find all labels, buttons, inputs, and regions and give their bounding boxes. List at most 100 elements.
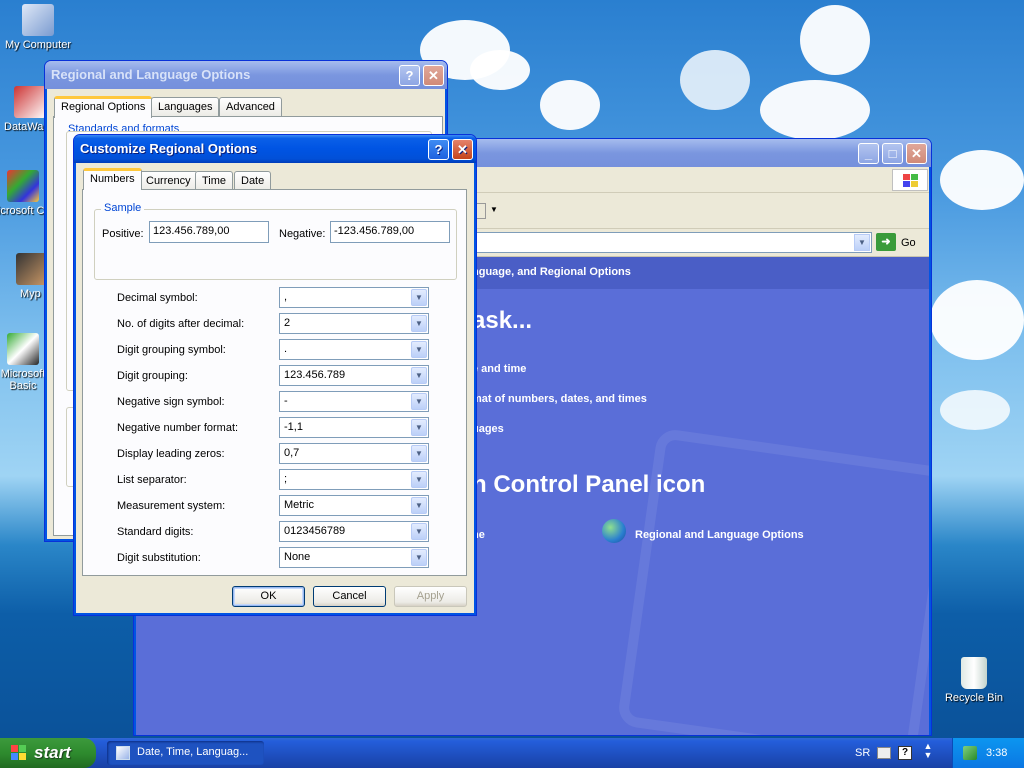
digit-grouping-symbol-select[interactable]: . ▼ bbox=[279, 339, 429, 360]
setting-label: Display leading zeros: bbox=[117, 448, 225, 460]
negative-sign-symbol-select[interactable]: - ▼ bbox=[279, 391, 429, 412]
tab-date[interactable]: Date bbox=[234, 171, 272, 190]
address-dropdown-icon[interactable]: ▼ bbox=[854, 234, 870, 251]
dropdown-arrow-icon: ▼ bbox=[490, 205, 498, 214]
sample-group-label: Sample bbox=[101, 202, 145, 214]
digits-after-decimal-select[interactable]: 2 ▼ bbox=[279, 313, 429, 334]
clock[interactable]: 3:38 bbox=[986, 747, 1007, 759]
tray-arrows-icon[interactable]: ▲ ▼ bbox=[922, 742, 934, 762]
keyboard-icon[interactable] bbox=[877, 747, 891, 759]
help-button[interactable]: ? bbox=[399, 65, 420, 86]
start-button[interactable]: start bbox=[0, 738, 96, 768]
go-arrow-icon[interactable]: ➜ bbox=[876, 233, 896, 251]
windows-logo-icon bbox=[892, 169, 928, 191]
task-link[interactable]: mat of numbers, dates, and times bbox=[472, 393, 647, 405]
visual-cpp-icon bbox=[7, 170, 39, 202]
chevron-down-icon: ▼ bbox=[411, 445, 427, 462]
taskbar: start Date, Time, Languag... SR ? ▲ ▼ 3:3… bbox=[0, 738, 1024, 768]
regional-options-titlebar: Regional and Language Options ? ✕ bbox=[45, 61, 447, 89]
language-indicator[interactable]: SR bbox=[855, 747, 870, 759]
desktop-icon-label: Recycle Bin bbox=[944, 692, 1004, 704]
chevron-down-icon: ▼ bbox=[411, 419, 427, 436]
tab-advanced[interactable]: Advanced bbox=[219, 97, 282, 116]
select-value: None bbox=[284, 551, 311, 563]
cloud-decoration bbox=[760, 80, 870, 140]
standard-digits-select[interactable]: 0123456789 ▼ bbox=[279, 521, 429, 542]
setting-label: Standard digits: bbox=[117, 526, 194, 538]
cloud-decoration bbox=[800, 5, 870, 75]
cancel-button[interactable]: Cancel bbox=[313, 586, 386, 607]
setting-label: Measurement system: bbox=[117, 500, 226, 512]
minimize-button[interactable]: _ bbox=[858, 143, 879, 164]
help-button[interactable]: ? bbox=[428, 139, 449, 160]
list-separator-select[interactable]: ; ▼ bbox=[279, 469, 429, 490]
taskbar-item-label: Date, Time, Languag... bbox=[137, 746, 249, 758]
cloud-decoration bbox=[470, 50, 530, 90]
select-value: , bbox=[284, 291, 288, 303]
apply-button[interactable]: Apply bbox=[394, 586, 467, 607]
setting-label: Decimal symbol: bbox=[117, 292, 198, 304]
chevron-down-icon: ▼ bbox=[411, 393, 427, 410]
digit-substitution-select[interactable]: None ▼ bbox=[279, 547, 429, 568]
taskbar-item-date-time[interactable]: Date, Time, Languag... bbox=[107, 741, 264, 765]
go-button[interactable]: Go bbox=[901, 237, 916, 249]
help-tray-icon[interactable]: ? bbox=[898, 746, 912, 760]
tab-currency[interactable]: Currency bbox=[139, 171, 198, 190]
computer-icon bbox=[22, 4, 54, 36]
chevron-down-icon: ▼ bbox=[411, 471, 427, 488]
dialog-title: Customize Regional Options bbox=[80, 141, 257, 156]
control-panel-icon bbox=[116, 746, 130, 760]
cloud-decoration bbox=[680, 50, 750, 110]
pick-task-heading: ask... bbox=[472, 307, 533, 334]
chevron-down-icon: ▼ bbox=[411, 497, 427, 514]
desktop-icon-datawa[interactable]: DataWa bbox=[0, 86, 46, 133]
window-title: Regional and Language Options bbox=[51, 67, 251, 82]
close-button[interactable]: ✕ bbox=[423, 65, 444, 86]
select-value: - bbox=[284, 395, 288, 407]
app-shortcut-icon bbox=[14, 86, 46, 118]
setting-label: Digit substitution: bbox=[117, 552, 201, 564]
task-link[interactable]: e and time bbox=[472, 363, 526, 375]
tab-languages[interactable]: Languages bbox=[151, 97, 220, 116]
pick-icon-heading: n Control Panel icon bbox=[472, 471, 706, 498]
select-value: -1,1 bbox=[284, 421, 303, 433]
network-icon[interactable] bbox=[963, 746, 977, 760]
globe-icon bbox=[602, 519, 626, 543]
customize-dialog: Customize Regional Options ? ✕ Numbers C… bbox=[73, 134, 477, 616]
category-title: nguage, and Regional Options bbox=[472, 266, 631, 278]
dialog-titlebar: Customize Regional Options ? ✕ bbox=[74, 135, 476, 163]
decimal-symbol-select[interactable]: , ▼ bbox=[279, 287, 429, 308]
desktop-icon-recycle-bin[interactable]: Recycle Bin bbox=[937, 657, 1011, 704]
negative-number-format-select[interactable]: -1,1 ▼ bbox=[279, 417, 429, 438]
chevron-down-icon: ▼ bbox=[411, 341, 427, 358]
desktop-icon-label: My Computer bbox=[4, 39, 72, 51]
ok-button[interactable]: OK bbox=[232, 586, 305, 607]
chevron-down-icon: ▼ bbox=[411, 523, 427, 540]
select-value: . bbox=[284, 343, 288, 355]
setting-label: List separator: bbox=[117, 474, 187, 486]
digit-grouping-select[interactable]: 123.456.789 ▼ bbox=[279, 365, 429, 386]
setting-label: No. of digits after decimal: bbox=[117, 318, 245, 330]
tab-numbers[interactable]: Numbers bbox=[83, 168, 142, 190]
positive-label: Positive: bbox=[102, 228, 144, 240]
close-button[interactable]: ✕ bbox=[452, 139, 473, 160]
regional-language-link[interactable]: Regional and Language Options bbox=[635, 529, 804, 541]
numbers-panel: Sample Positive: 123.456.789,00 Negative… bbox=[82, 189, 467, 576]
positive-sample-field: 123.456.789,00 bbox=[149, 221, 269, 243]
close-button[interactable]: ✕ bbox=[906, 143, 927, 164]
select-value: 0,7 bbox=[284, 447, 300, 459]
tab-regional-options[interactable]: Regional Options bbox=[54, 96, 153, 118]
select-value: ; bbox=[284, 473, 288, 485]
recycle-bin-icon bbox=[961, 657, 987, 689]
chevron-down-icon: ▼ bbox=[411, 549, 427, 566]
maximize-button[interactable]: □ bbox=[882, 143, 903, 164]
cloud-decoration bbox=[940, 390, 1010, 430]
measurement-system-select[interactable]: Metric ▼ bbox=[279, 495, 429, 516]
negative-label: Negative: bbox=[279, 228, 326, 240]
tab-time[interactable]: Time bbox=[195, 171, 234, 190]
leading-zeros-select[interactable]: 0,7 ▼ bbox=[279, 443, 429, 464]
views-button[interactable] bbox=[476, 203, 486, 219]
desktop-icon-my-computer[interactable]: My Computer bbox=[1, 4, 75, 51]
select-value: 2 bbox=[284, 317, 291, 329]
cloud-decoration bbox=[540, 80, 600, 130]
